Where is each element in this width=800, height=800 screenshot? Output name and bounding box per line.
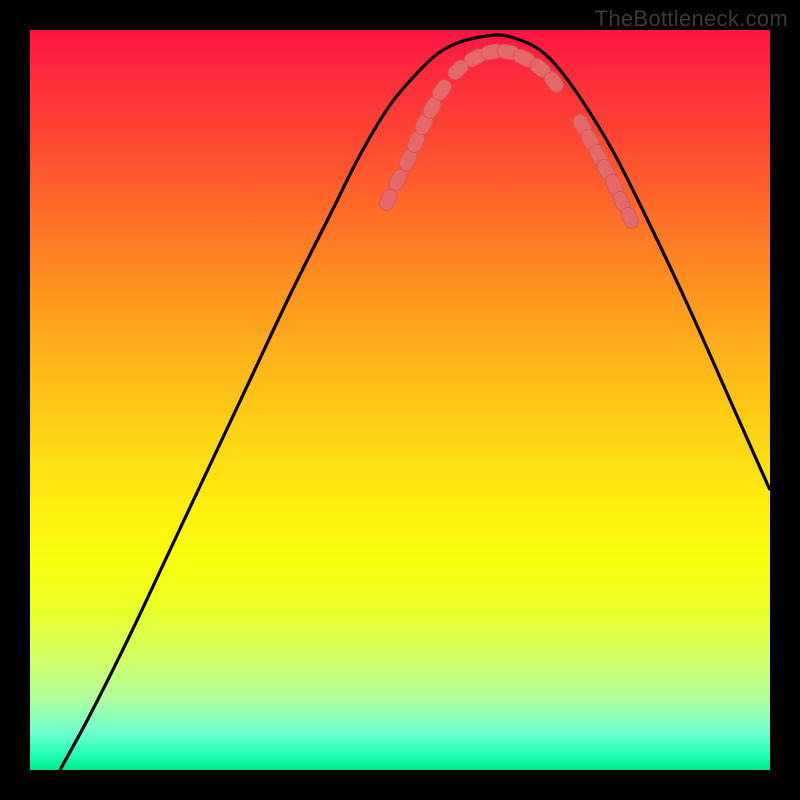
chart-svg (30, 30, 770, 770)
watermark-text: TheBottleneck.com (595, 6, 788, 32)
plot-area (30, 30, 770, 770)
chart-container: TheBottleneck.com (0, 0, 800, 800)
highlight-markers (377, 43, 641, 231)
